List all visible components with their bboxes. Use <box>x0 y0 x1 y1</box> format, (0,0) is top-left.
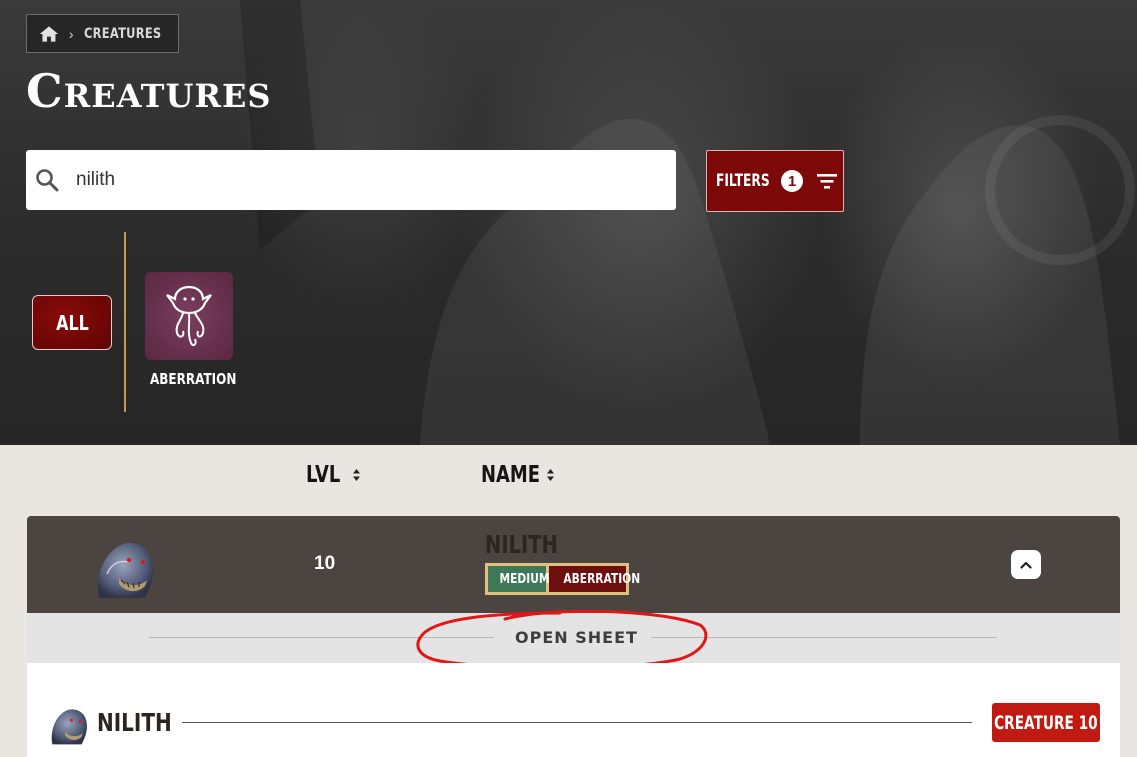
column-name-label: NAME <box>481 462 541 488</box>
column-header-lvl[interactable]: LVL <box>306 462 361 488</box>
trait-size-badge[interactable]: MEDIUM <box>488 566 550 592</box>
home-icon[interactable] <box>39 23 59 45</box>
search-icon <box>36 169 59 192</box>
filter-icon <box>817 174 837 189</box>
creature-level-badge-label: CREATURE 10 <box>994 711 1098 734</box>
category-all-label: ALL <box>55 310 89 335</box>
nilith-avatar-small <box>51 709 87 745</box>
sort-icon <box>547 469 554 481</box>
breadcrumb-separator: › <box>68 25 74 42</box>
detail-title: NILITH <box>97 708 172 737</box>
collapse-row-button[interactable] <box>1011 550 1041 579</box>
column-header-name[interactable]: NAME <box>481 462 555 488</box>
chevron-up-icon <box>1020 561 1032 569</box>
category-aberration[interactable]: ABERRATION <box>145 272 237 388</box>
page-title: Creatures <box>26 64 272 118</box>
search-input[interactable] <box>76 150 676 210</box>
divider-line <box>651 637 997 638</box>
aberration-icon <box>166 285 212 347</box>
breadcrumb: › CREATURES <box>26 14 179 53</box>
search-box[interactable] <box>26 150 676 210</box>
trait-type-label: ABERRATION <box>563 571 641 587</box>
open-sheet-button[interactable]: OPEN SHEET <box>515 628 638 647</box>
filters-count-badge: 1 <box>781 170 803 192</box>
creature-detail-panel: NILITH CREATURE 10 <box>27 663 1120 757</box>
row-name[interactable]: NILITH <box>485 530 558 559</box>
row-level: 10 <box>314 553 336 574</box>
detail-title-rule <box>182 722 972 723</box>
category-aberration-tile[interactable] <box>145 272 233 360</box>
sort-icon <box>353 469 360 481</box>
category-all-button[interactable]: ALL <box>32 295 112 350</box>
category-divider <box>124 232 126 412</box>
column-lvl-label: LVL <box>306 462 341 488</box>
filters-button[interactable]: FILTERS 1 <box>706 150 844 212</box>
creature-level-badge: CREATURE 10 <box>992 703 1100 742</box>
open-sheet-bar: OPEN SHEET <box>27 613 1120 663</box>
table-row[interactable]: 10 NILITH MEDIUM ABERRATION <box>27 516 1120 613</box>
category-aberration-label: ABERRATION <box>150 370 237 388</box>
trait-size-label: MEDIUM <box>499 571 550 587</box>
divider-line <box>149 637 494 638</box>
nilith-avatar <box>98 542 154 598</box>
hero-banner: › CREATURES Creatures FILTERS 1 ALL <box>0 0 1137 445</box>
trait-type-badge[interactable]: ABERRATION <box>549 566 640 592</box>
trait-list: MEDIUM ABERRATION <box>485 563 640 595</box>
breadcrumb-current[interactable]: CREATURES <box>84 26 161 42</box>
filters-label: FILTERS <box>716 171 770 191</box>
